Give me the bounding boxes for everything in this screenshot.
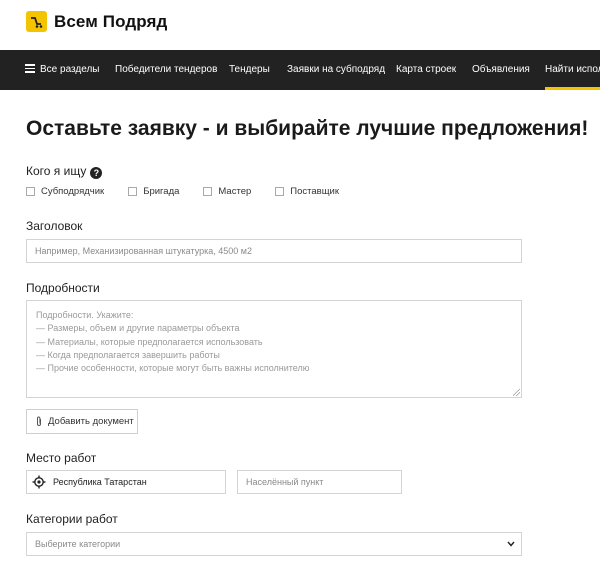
heading-input[interactable]: Например, Механизированная штукатурка, 4… [26, 239, 522, 263]
who-label: Кого я ищу? [26, 164, 103, 179]
nav-item-construction-map[interactable]: Карта строек [396, 50, 456, 90]
option-master[interactable]: Мастер [203, 186, 251, 197]
option-supplier[interactable]: Поставщик [275, 186, 339, 197]
categories-label: Категории работ [26, 512, 118, 526]
categories-placeholder: Выберите категории [35, 539, 121, 549]
resize-handle[interactable] [513, 389, 520, 396]
main-nav: Все разделы Победители тендеров Тендеры … [0, 50, 600, 90]
site-header: Всем Подряд [0, 0, 600, 50]
locality-input[interactable]: Населённый пункт [237, 470, 402, 494]
chevron-down-icon [507, 541, 515, 547]
checkbox[interactable] [275, 187, 285, 196]
page-title: Оставьте заявку - и выбирайте лучшие пре… [26, 117, 589, 140]
option-label: Бригада [143, 186, 180, 197]
burger-menu-icon [25, 64, 35, 73]
option-label: Мастер [218, 186, 252, 197]
details-placeholder: Подробности. Укажите: — Размеры, объем и… [36, 309, 310, 375]
who-options: Субподрядчик Бригада Мастер Поставщик [26, 186, 363, 197]
heading-label: Заголовок [26, 219, 83, 233]
details-line: — Когда предполагается завершить работы [36, 349, 220, 360]
details-line: Подробности. Укажите: [36, 310, 134, 320]
details-line: — Материалы, которые предполагается испо… [36, 336, 263, 347]
location-label: Место работ [26, 451, 97, 465]
logo[interactable]: Всем Подряд [26, 11, 167, 32]
logo-icon [26, 11, 47, 32]
nav-item-find-contractor[interactable]: Найти испол [545, 50, 600, 90]
logo-text: Всем Подряд [54, 11, 168, 31]
nav-item-tenders[interactable]: Тендеры [229, 50, 270, 90]
nav-item-winners[interactable]: Победители тендеров [115, 50, 217, 90]
add-document-label: Добавить документ [48, 416, 134, 427]
target-location-icon [32, 475, 46, 489]
checkbox[interactable] [203, 187, 213, 196]
option-brigade[interactable]: Бригада [128, 186, 179, 197]
paperclip-icon [37, 416, 41, 426]
details-textarea[interactable]: Подробности. Укажите: — Размеры, объем и… [26, 300, 522, 398]
region-select[interactable]: Республика Татарстан [26, 470, 226, 494]
details-label: Подробности [26, 281, 100, 295]
nav-all-sections[interactable]: Все разделы [25, 50, 99, 90]
categories-select[interactable]: Выберите категории [26, 532, 522, 556]
question-icon[interactable]: ? [90, 167, 103, 179]
region-value: Республика Татарстан [53, 477, 147, 487]
checkbox[interactable] [26, 187, 35, 196]
option-subcontractor[interactable]: Субподрядчик [26, 186, 104, 197]
nav-item-subcontract[interactable]: Заявки на субподряд [287, 50, 385, 90]
heading-placeholder: Например, Механизированная штукатурка, 4… [35, 246, 252, 256]
option-label: Субподрядчик [41, 186, 105, 197]
who-label-text: Кого я ищу [26, 164, 87, 178]
add-document-button[interactable]: Добавить документ [26, 409, 138, 434]
details-line: — Размеры, объем и другие параметры объе… [36, 323, 240, 334]
option-label: Поставщик [290, 186, 339, 197]
details-line: — Прочие особенности, которые могут быть… [36, 363, 310, 374]
checkbox[interactable] [128, 187, 138, 196]
nav-item-ads[interactable]: Объявления [472, 50, 530, 90]
locality-placeholder: Населённый пункт [246, 477, 324, 487]
nav-all-sections-label: Все разделы [40, 64, 100, 75]
